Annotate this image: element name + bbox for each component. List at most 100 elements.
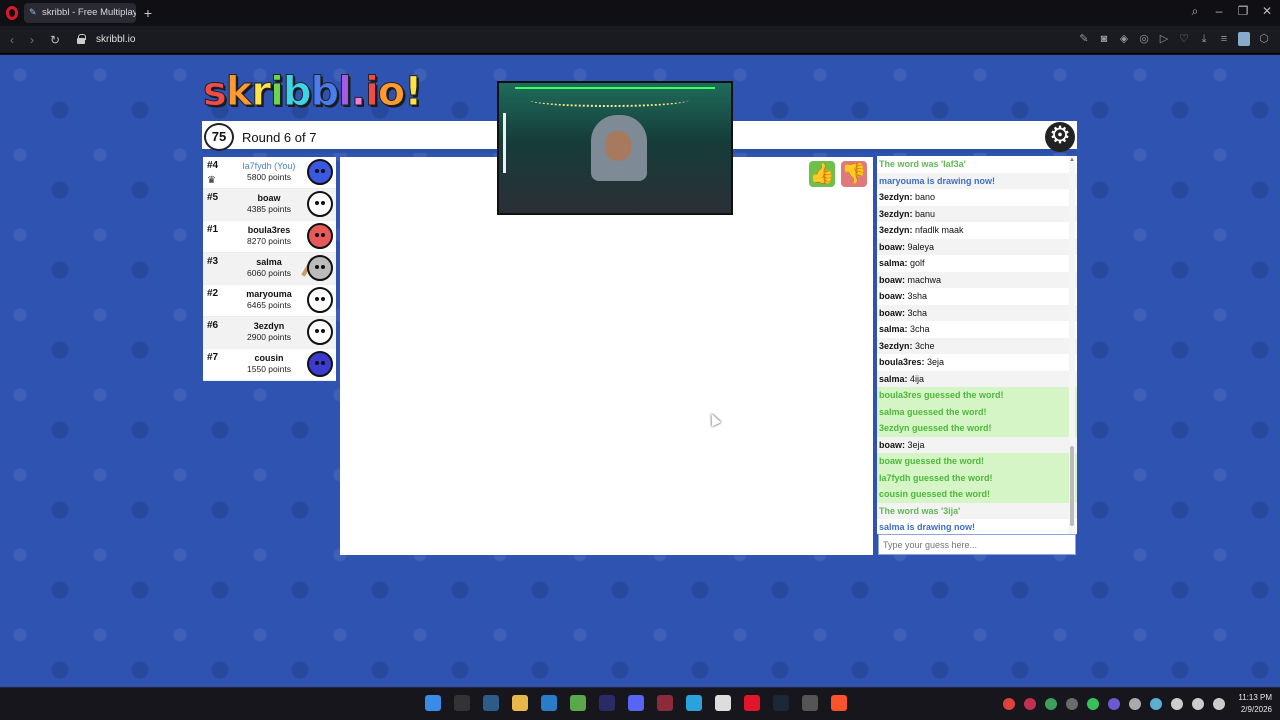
chat-text: machwa — [905, 274, 942, 285]
avatar — [307, 351, 333, 377]
vpn-icon[interactable]: ◎ — [1138, 32, 1150, 46]
windows-start-icon[interactable] — [425, 695, 441, 711]
telegram-icon[interactable] — [686, 695, 702, 711]
chat-username: 3ezdyn: — [879, 192, 913, 202]
chat-username: 3ezdyn: — [879, 208, 913, 219]
avatar — [307, 223, 333, 249]
browser-tab[interactable]: ✎ skribbl - Free Multiplayer — [24, 3, 136, 23]
chat-text: 3che — [912, 340, 935, 351]
premiere-icon[interactable] — [599, 695, 615, 711]
chat-message: boaw: 3cha — [877, 304, 1077, 321]
gear-icon[interactable]: ⚙ — [1045, 122, 1075, 152]
chat-text: golf — [907, 258, 925, 268]
tab-title: skribbl - Free Multiplayer — [42, 7, 136, 18]
chat-text: 4ija — [907, 373, 925, 384]
crown-icon: ♛ — [207, 175, 216, 186]
camera-icon[interactable]: ◙ — [1098, 32, 1110, 46]
chat-message: maryouma is drawing now! — [877, 172, 1077, 189]
player-row[interactable]: #6 3ezdyn 2900 points — [203, 317, 336, 349]
tray-icon[interactable] — [1066, 698, 1078, 710]
brave-icon[interactable] — [831, 695, 847, 711]
discord-icon[interactable] — [628, 695, 644, 711]
microphone-icon[interactable] — [1171, 698, 1183, 710]
avatar — [307, 159, 333, 185]
settings-icon[interactable] — [802, 695, 818, 711]
tray-icon[interactable] — [1045, 698, 1057, 710]
player-rank: #6 — [207, 320, 219, 331]
player-points: 6060 points — [247, 268, 291, 278]
file-explorer-icon[interactable] — [512, 695, 528, 711]
chat-message: The word was 'laf3a' — [879, 159, 966, 169]
chat-message: boaw: 3sha — [877, 288, 1077, 305]
app-icon[interactable] — [483, 695, 499, 711]
obs-icon[interactable] — [715, 695, 731, 711]
chat-username: salma: — [879, 258, 908, 268]
volume-icon[interactable] — [1213, 698, 1225, 710]
chat-message: cousin guessed the word! — [877, 486, 1077, 503]
player-name: 3ezdyn — [253, 321, 285, 331]
play-icon[interactable]: ▷ — [1158, 32, 1170, 46]
guess-input[interactable] — [878, 534, 1076, 555]
player-name: boaw — [257, 193, 281, 203]
tray-icon[interactable] — [1087, 698, 1099, 710]
scrollbar-thumb[interactable] — [1070, 446, 1074, 526]
maximize-icon[interactable]: ❐ — [1234, 4, 1252, 18]
player-row[interactable]: #4 ♛ la7fydh (You) 5800 points — [203, 157, 336, 189]
menu-icon[interactable]: ≡ — [1218, 32, 1230, 46]
network-icon[interactable] — [1192, 698, 1204, 710]
chat-scrollbar[interactable] — [1069, 156, 1075, 534]
tray-icon[interactable] — [1129, 698, 1141, 710]
tray-icon[interactable] — [1003, 698, 1015, 710]
taskbar-clock[interactable]: 11:13 PM 2/9/2026 — [1228, 692, 1272, 716]
download-icon[interactable]: ⤓ — [1198, 32, 1210, 46]
favicon-icon: ✎ — [29, 7, 37, 17]
skribbl-logo: skribbl.io! — [203, 69, 424, 116]
system-tray — [1003, 698, 1225, 710]
edit-icon[interactable]: ✎ — [1078, 32, 1090, 46]
minimize-icon[interactable]: – — [1210, 4, 1228, 18]
scroll-up-icon[interactable]: ▲ — [1069, 156, 1075, 164]
extensions-icon[interactable]: ⬡ — [1258, 32, 1270, 46]
rating-buttons: 👍 👎 — [809, 161, 867, 187]
profile-icon[interactable] — [1238, 32, 1250, 46]
tray-icon[interactable] — [1108, 698, 1120, 710]
xbox-icon[interactable] — [570, 695, 586, 711]
avatar — [307, 255, 333, 281]
thumbs-up-icon[interactable]: 👍 — [809, 161, 835, 187]
search-tabs-icon[interactable]: ⌕ — [1186, 4, 1204, 19]
player-row[interactable]: #5 boaw 4385 points — [203, 189, 336, 221]
chat-text: 3eja — [905, 439, 925, 450]
steam-icon[interactable] — [773, 695, 789, 711]
player-row[interactable]: #3 salma 6060 points — [203, 253, 336, 285]
close-icon[interactable]: ✕ — [1258, 4, 1276, 18]
taskbar-apps — [425, 695, 847, 711]
chat-message: salma guessed the word! — [877, 403, 1077, 420]
toolbar-icons: ✎ ◙ ◈ ◎ ▷ ♡ ⤓ ≡ ⬡ — [1078, 32, 1270, 46]
chat-username: 3ezdyn: — [879, 225, 913, 235]
chat-username: boaw: — [879, 307, 905, 318]
player-row[interactable]: #2 maryouma 6465 points — [203, 285, 336, 317]
shield-icon[interactable]: ◈ — [1118, 32, 1130, 46]
heart-icon[interactable]: ♡ — [1178, 32, 1190, 46]
opera-logo-icon[interactable] — [6, 6, 18, 20]
reload-icon[interactable]: ↻ — [47, 33, 63, 47]
player-row[interactable]: #7 cousin 1550 points — [203, 349, 336, 381]
app-icon[interactable] — [657, 695, 673, 711]
chat-text: 3eja — [924, 357, 945, 367]
player-rank: #2 — [207, 288, 219, 299]
url-field[interactable]: skribbl.io — [96, 34, 135, 45]
player-name: cousin — [254, 353, 284, 363]
back-icon[interactable]: ‹ — [4, 33, 20, 47]
epic-games-icon[interactable] — [454, 695, 470, 711]
opera-icon[interactable] — [744, 695, 760, 711]
lock-icon[interactable] — [77, 34, 86, 44]
drawing-canvas[interactable] — [340, 157, 873, 555]
new-tab-button[interactable]: + — [140, 5, 156, 21]
player-row[interactable]: #1 boula3res 8270 points — [203, 221, 336, 253]
thumbs-down-icon[interactable]: 👎 — [841, 161, 867, 187]
player-points: 4385 points — [247, 204, 291, 214]
tray-icon[interactable] — [1150, 698, 1162, 710]
tray-icon[interactable] — [1024, 698, 1036, 710]
forward-icon[interactable]: › — [24, 33, 40, 47]
app-icon[interactable] — [541, 695, 557, 711]
